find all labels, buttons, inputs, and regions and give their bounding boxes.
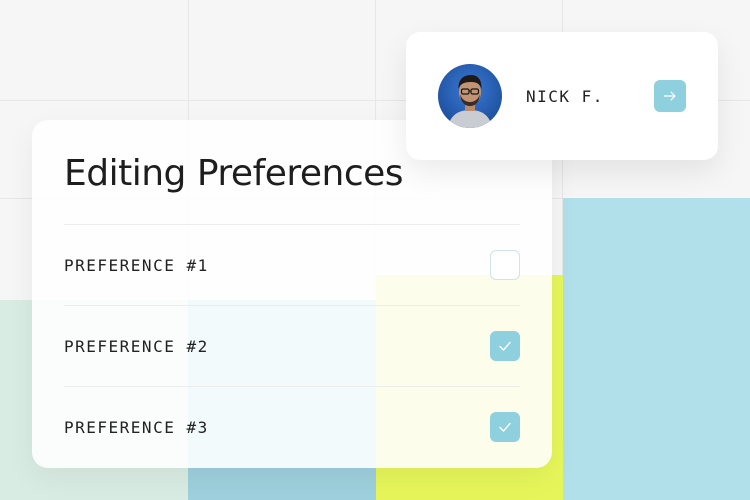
profile-arrow-button[interactable]	[654, 80, 686, 112]
preference-label: PREFERENCE #1	[64, 255, 209, 275]
user-profile-card: NICK F.	[406, 32, 718, 160]
preference-2-checkbox[interactable]	[490, 331, 520, 361]
checkmark-icon	[499, 422, 511, 432]
avatar	[438, 64, 502, 128]
preference-row-3[interactable]: PREFERENCE #3	[64, 386, 520, 467]
preference-row-2[interactable]: PREFERENCE #2	[64, 305, 520, 386]
user-avatar-photo	[438, 64, 502, 128]
checkmark-icon	[499, 341, 511, 351]
editing-preferences-card: Editing Preferences PREFERENCE #1 PREFER…	[32, 120, 552, 468]
arrow-right-icon	[663, 91, 676, 101]
profile-name: NICK F.	[526, 86, 604, 106]
preference-label: PREFERENCE #3	[64, 417, 209, 437]
preference-3-checkbox[interactable]	[490, 412, 520, 442]
preference-1-checkbox[interactable]	[490, 250, 520, 280]
preference-row-1[interactable]: PREFERENCE #1	[64, 224, 520, 305]
background-block-sky	[563, 198, 750, 500]
preference-label: PREFERENCE #2	[64, 336, 209, 356]
